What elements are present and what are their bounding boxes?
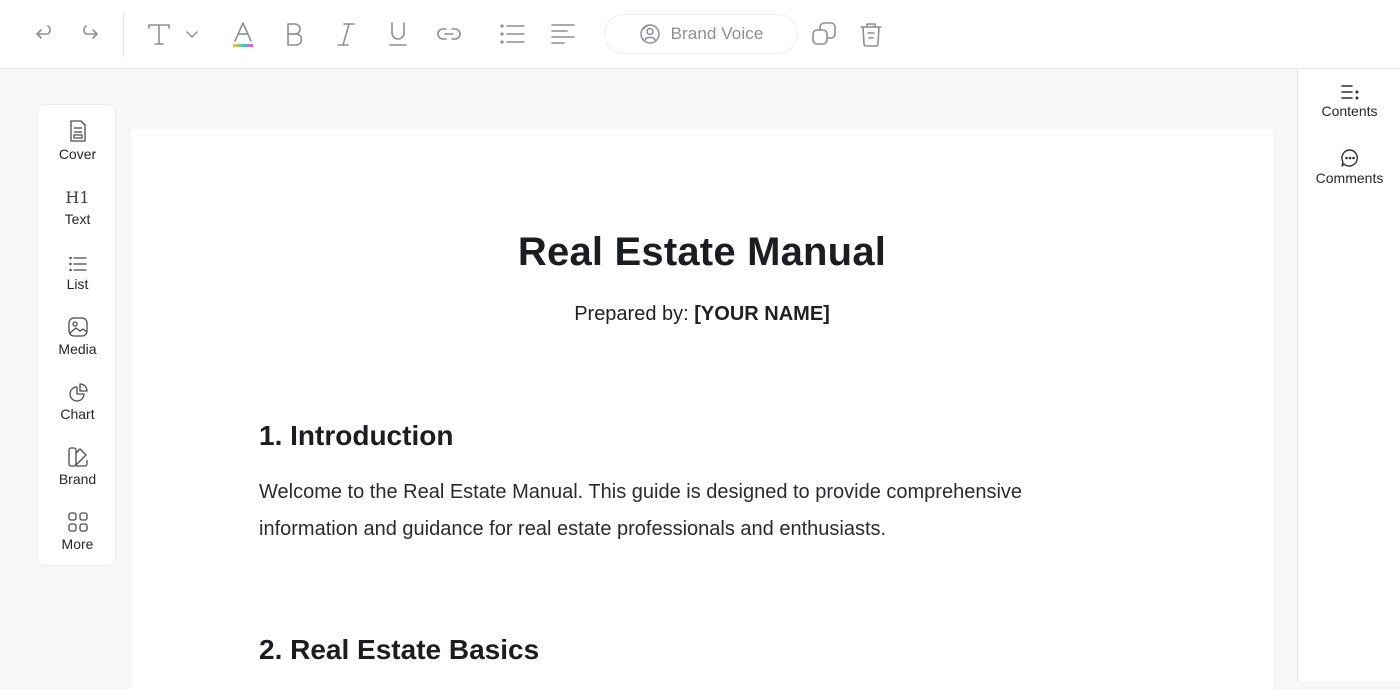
text-style-icon	[148, 24, 170, 45]
heading-icon: H1	[65, 188, 90, 207]
section-paragraph-introduction[interactable]: Welcome to the Real Estate Manual. This …	[259, 474, 1159, 548]
comments-label: Comments	[1315, 170, 1384, 186]
duplicate-icon	[812, 22, 836, 45]
bold-icon	[287, 23, 303, 46]
text-color-icon	[233, 22, 253, 47]
italic-icon	[337, 23, 355, 46]
align-left-icon	[551, 24, 575, 44]
bold-button[interactable]	[278, 14, 310, 54]
redo-button[interactable]	[72, 14, 106, 54]
undo-button[interactable]	[28, 14, 62, 54]
contents-label: Contents	[1321, 103, 1378, 119]
brand-voice-icon	[639, 24, 660, 44]
formatting-toolbar: Brand Voice	[0, 0, 1400, 69]
brand-voice-label: Brand Voice	[670, 24, 764, 43]
sidebar-item-label: Text	[64, 211, 91, 227]
sidebar-item-text[interactable]: H1 Text	[38, 182, 117, 238]
brand-voice-button[interactable]: Brand Voice	[604, 14, 798, 54]
section-heading-introduction[interactable]: 1. Introduction	[259, 420, 453, 452]
document-page[interactable]: Real Estate Manual Prepared by: [YOUR NA…	[131, 129, 1273, 689]
insert-sidebar: Cover H1 Text List Media Chart Brand Mor…	[37, 104, 116, 566]
sidebar-item-label: List	[66, 276, 89, 292]
sidebar-item-list[interactable]: List	[38, 247, 117, 303]
sidebar-item-label: Cover	[58, 146, 97, 162]
undo-icon	[36, 25, 51, 39]
list-icon	[68, 256, 87, 272]
sidebar-item-more[interactable]: More	[38, 507, 117, 563]
sidebar-item-chart[interactable]: Chart	[38, 377, 117, 433]
delete-icon	[860, 23, 882, 47]
sidebar-item-label: Media	[58, 341, 97, 357]
bullet-list-button[interactable]	[495, 14, 529, 54]
paragraph-line: information and guidance for real estate…	[259, 518, 887, 540]
redo-icon	[83, 25, 98, 39]
section-heading-real-estate-basics[interactable]: 2. Real Estate Basics	[259, 634, 539, 666]
align-button[interactable]	[546, 14, 580, 54]
cover-icon	[69, 120, 86, 142]
underline-button[interactable]	[382, 14, 414, 54]
chevron-down-icon	[186, 31, 198, 39]
sidebar-item-label: Chart	[60, 406, 95, 422]
link-icon	[437, 28, 461, 40]
prepared-by-line[interactable]: Prepared by: [YOUR NAME]	[131, 303, 1273, 326]
sidebar-item-media[interactable]: Media	[38, 312, 117, 368]
underline-icon	[389, 22, 407, 46]
text-style-button[interactable]	[141, 14, 177, 54]
text-style-dropdown[interactable]	[180, 14, 204, 54]
sidebar-item-brand[interactable]: Brand	[38, 442, 117, 498]
bullet-list-icon	[500, 24, 525, 44]
more-grid-icon	[67, 512, 88, 532]
comments-button[interactable]: Comments	[1298, 148, 1400, 186]
sidebar-item-label: Brand	[58, 471, 97, 487]
document-title[interactable]: Real Estate Manual	[131, 230, 1273, 275]
sidebar-item-label: More	[61, 536, 94, 552]
text-color-button[interactable]	[227, 14, 259, 54]
toolbar-divider	[123, 12, 124, 57]
right-panel-bar: Contents Comments	[1297, 69, 1400, 681]
brand-icon	[67, 447, 88, 467]
comments-icon	[1340, 149, 1358, 167]
italic-button[interactable]	[330, 14, 362, 54]
chart-icon	[68, 383, 88, 402]
duplicate-button[interactable]	[807, 14, 841, 54]
contents-button[interactable]: Contents	[1298, 83, 1400, 119]
paragraph-line: Welcome to the Real Estate Manual. This …	[259, 481, 1023, 503]
media-icon	[67, 317, 88, 337]
sidebar-item-cover[interactable]: Cover	[38, 117, 117, 173]
link-button[interactable]	[432, 14, 466, 54]
contents-icon	[1340, 85, 1358, 100]
prepared-by-name: [YOUR NAME]	[694, 303, 830, 325]
delete-button[interactable]	[854, 14, 888, 54]
prepared-by-prefix: Prepared by:	[574, 303, 695, 325]
